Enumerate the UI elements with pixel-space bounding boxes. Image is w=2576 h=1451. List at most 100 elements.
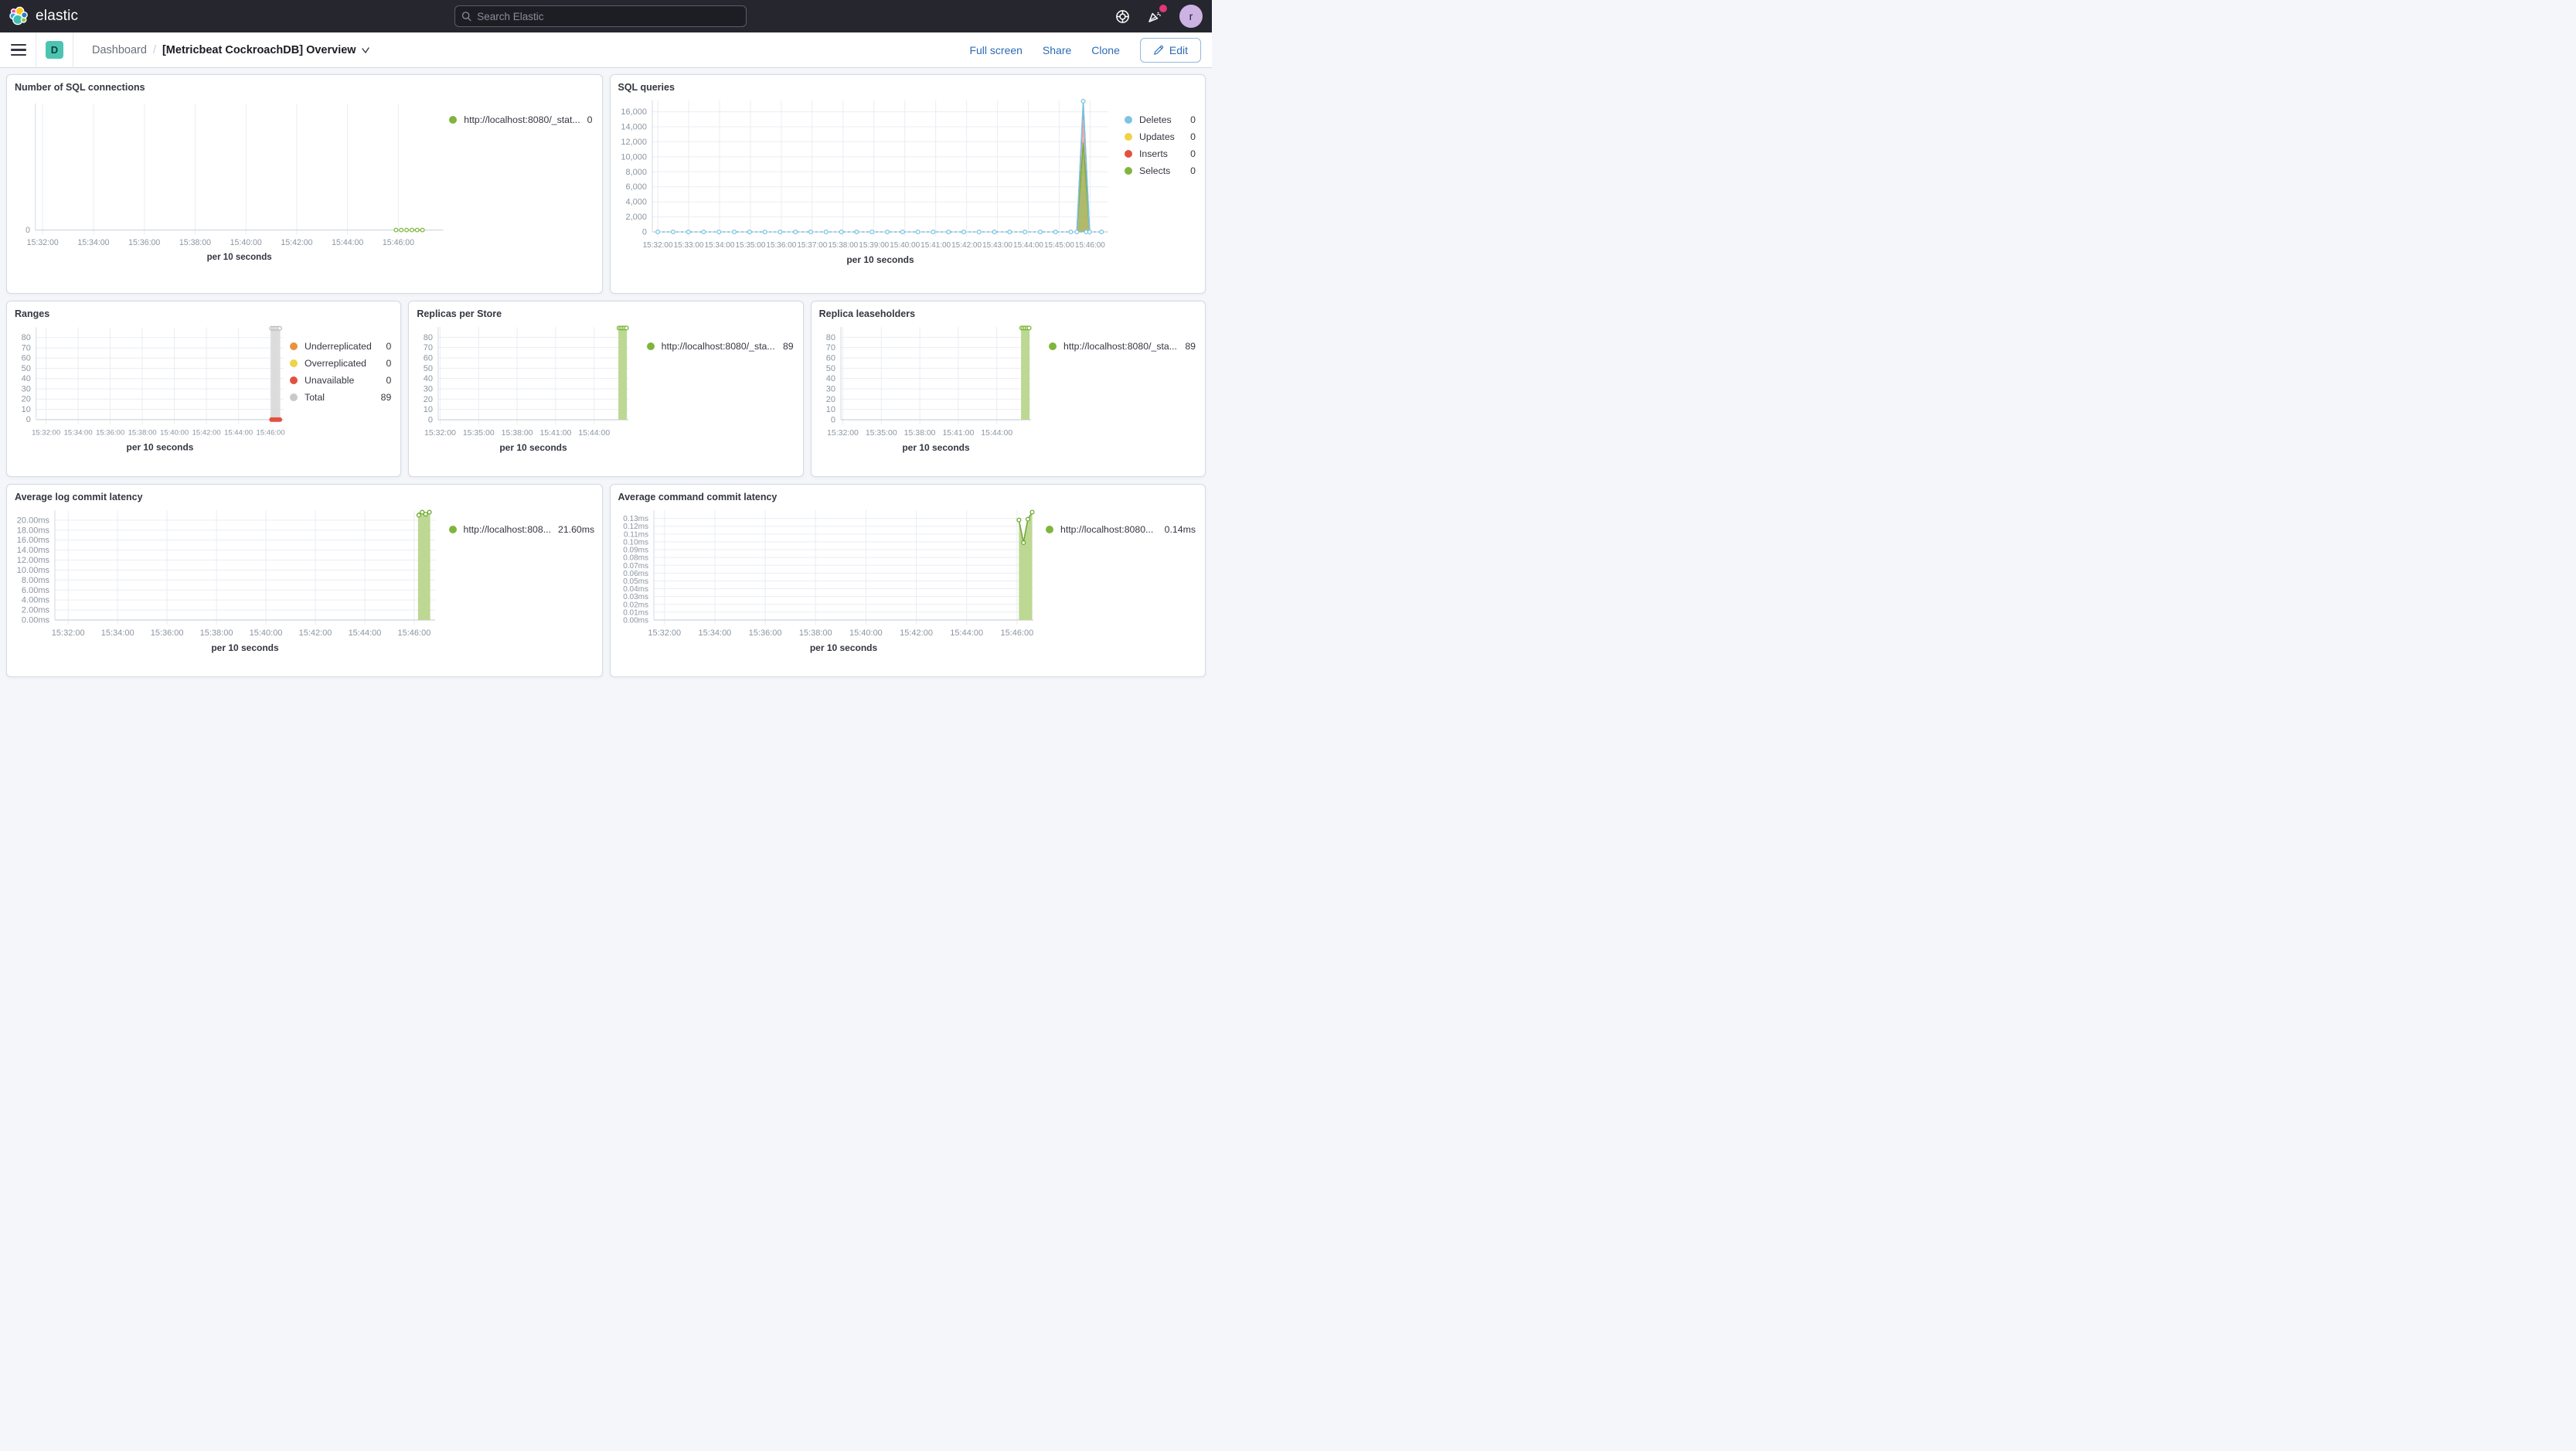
- svg-text:15:36:00: 15:36:00: [748, 628, 781, 638]
- legend-item[interactable]: Unavailable 0: [290, 375, 391, 386]
- panel-title[interactable]: Replica leaseholders: [812, 301, 1205, 321]
- legend-value: 89: [782, 341, 794, 352]
- panel-title[interactable]: Replicas per Store: [409, 301, 802, 321]
- legend-label: Selects: [1139, 165, 1171, 176]
- svg-text:0.01ms: 0.01ms: [623, 608, 648, 617]
- legend-value: 89: [380, 392, 392, 403]
- chart-sql-queries: 15:32:00 15:33:00 15:34:00 15:35:00 15:36:00…: [621, 98, 1108, 265]
- life-ring-icon: [1116, 9, 1129, 23]
- svg-text:15:41:00: 15:41:00: [540, 428, 572, 438]
- help-button[interactable]: [1115, 9, 1130, 24]
- share-button[interactable]: Share: [1043, 44, 1071, 56]
- legend-item[interactable]: Inserts 0: [1125, 148, 1196, 159]
- space-badge[interactable]: D: [46, 41, 63, 59]
- svg-text:20: 20: [825, 395, 835, 404]
- legend-item[interactable]: http://localhost:808... 21.60ms: [448, 524, 594, 535]
- dashboard-title[interactable]: [Metricbeat CockroachDB] Overview: [162, 44, 370, 56]
- whats-new-button[interactable]: [1147, 5, 1167, 24]
- svg-text:15:42:00: 15:42:00: [299, 628, 332, 638]
- svg-text:15:38:00: 15:38:00: [128, 429, 157, 438]
- clone-button[interactable]: Clone: [1091, 44, 1120, 56]
- legend-item[interactable]: http://localhost:8080/_sta... 89: [646, 341, 794, 352]
- svg-text:0.10ms: 0.10ms: [623, 538, 648, 547]
- svg-text:15:36:00: 15:36:00: [766, 241, 796, 250]
- svg-text:14,000: 14,000: [621, 123, 647, 132]
- x-axis-title: per 10 seconds: [809, 642, 877, 653]
- chart-sql-connections: 15:32:00 15:34:00 15:36:00 15:38:00 15:40:00…: [26, 103, 444, 262]
- chart-avg-command-commit-latency: 15:32:00 15:34:00 15:36:00 15:38:00 15:40:00…: [623, 509, 1035, 653]
- legend-value: 0: [1190, 165, 1196, 176]
- svg-text:60: 60: [825, 354, 835, 363]
- legend-item[interactable]: Underreplicated 0: [290, 341, 391, 352]
- full-screen-button[interactable]: Full screen: [969, 44, 1022, 56]
- svg-text:15:41:00: 15:41:00: [942, 428, 974, 438]
- panel-title[interactable]: SQL queries: [611, 75, 1206, 94]
- legend-item[interactable]: http://localhost:8080/_sta... 89: [1049, 341, 1196, 352]
- panel-title[interactable]: Number of SQL connections: [7, 75, 602, 94]
- global-search-box[interactable]: [454, 5, 747, 27]
- brand-text: elastic: [36, 8, 79, 24]
- chart-legend: Underreplicated 0 Overreplicated 0 Unavailab…: [290, 341, 394, 476]
- panel-title[interactable]: Ranges: [7, 301, 400, 321]
- dashboard-grid: Number of SQL connections 15:32:00 15:34:0…: [0, 68, 1212, 683]
- chart-legend: http://localhost:8080... 0.14ms: [1046, 524, 1199, 676]
- svg-text:15:37:00: 15:37:00: [797, 241, 827, 250]
- panel-title[interactable]: Average log commit latency: [7, 485, 602, 504]
- svg-text:0.02ms: 0.02ms: [623, 601, 648, 609]
- legend-item[interactable]: Deletes 0: [1125, 114, 1196, 125]
- dashboard-header: D Dashboard / [Metricbeat CockroachDB] O…: [0, 32, 1212, 68]
- legend-item[interactable]: http://localhost:8080/_stat... 0: [449, 114, 593, 125]
- svg-text:15:32:00: 15:32:00: [424, 428, 456, 438]
- panel-replica-leaseholders: Replica leaseholders 15:32:00 15:35:00 15:3…: [810, 301, 1206, 477]
- x-axis-title: per 10 seconds: [500, 442, 568, 453]
- svg-text:80: 80: [424, 333, 433, 342]
- legend-item[interactable]: Updates 0: [1125, 131, 1196, 142]
- svg-text:15:36:00: 15:36:00: [151, 628, 184, 638]
- legend-item[interactable]: Selects 0: [1125, 165, 1196, 176]
- legend-series-dot: [1125, 133, 1132, 141]
- panel-title[interactable]: Average command commit latency: [611, 485, 1206, 504]
- svg-text:50: 50: [424, 364, 433, 373]
- svg-text:15:44:00: 15:44:00: [1013, 241, 1043, 250]
- legend-value: 0: [1190, 131, 1196, 142]
- svg-text:70: 70: [22, 343, 31, 353]
- svg-text:0.12ms: 0.12ms: [623, 523, 648, 531]
- legend-label: http://localhost:8080/_sta...: [661, 341, 775, 352]
- svg-text:15:40:00: 15:40:00: [230, 238, 262, 247]
- svg-text:0: 0: [428, 416, 433, 425]
- panel-avg-log-commit-latency: Average log commit latency 15:32:00 15:34:…: [6, 484, 603, 677]
- svg-text:15:42:00: 15:42:00: [281, 238, 312, 247]
- panel-body: 15:32:00 15:34:00 15:36:00 15:38:00 15:40:00…: [7, 504, 602, 676]
- svg-text:8.00ms: 8.00ms: [22, 576, 50, 585]
- svg-text:15:46:00: 15:46:00: [398, 628, 431, 638]
- svg-text:15:38:00: 15:38:00: [502, 428, 533, 438]
- dashboard-title-text: [Metricbeat CockroachDB] Overview: [162, 43, 356, 56]
- panel-row-1: Number of SQL connections 15:32:00 15:34:0…: [6, 74, 1206, 294]
- chart-ranges: 15:32:00 15:34:00 15:36:00 15:38:00 15:40:00…: [22, 325, 285, 453]
- topbar-icons: r: [1115, 5, 1203, 28]
- svg-text:15:41:00: 15:41:00: [920, 241, 951, 250]
- svg-text:15:42:00: 15:42:00: [951, 241, 982, 250]
- legend-series-dot: [290, 342, 298, 350]
- menu-button[interactable]: [11, 43, 26, 58]
- svg-text:70: 70: [424, 343, 433, 353]
- user-avatar[interactable]: r: [1179, 5, 1203, 28]
- svg-text:15:44:00: 15:44:00: [981, 428, 1012, 438]
- svg-text:4.00ms: 4.00ms: [22, 596, 50, 605]
- svg-text:4,000: 4,000: [625, 198, 647, 207]
- svg-text:15:40:00: 15:40:00: [890, 241, 920, 250]
- legend-item[interactable]: http://localhost:8080... 0.14ms: [1046, 524, 1196, 535]
- svg-text:15:36:00: 15:36:00: [96, 429, 124, 438]
- legend-item[interactable]: Overreplicated 0: [290, 358, 391, 369]
- svg-text:0: 0: [26, 415, 31, 424]
- elastic-home-link[interactable]: elastic: [9, 6, 78, 26]
- edit-button[interactable]: Edit: [1139, 37, 1201, 63]
- svg-text:18.00ms: 18.00ms: [17, 526, 50, 535]
- legend-label: Underreplicated: [305, 341, 372, 352]
- search-input[interactable]: [477, 10, 740, 22]
- svg-text:16,000: 16,000: [621, 107, 647, 117]
- legend-item[interactable]: Total 89: [290, 392, 391, 403]
- chart-legend: http://localhost:8080/_sta... 89: [1049, 341, 1199, 476]
- svg-text:15:46:00: 15:46:00: [1074, 241, 1104, 250]
- breadcrumb-dashboard[interactable]: Dashboard: [92, 44, 147, 56]
